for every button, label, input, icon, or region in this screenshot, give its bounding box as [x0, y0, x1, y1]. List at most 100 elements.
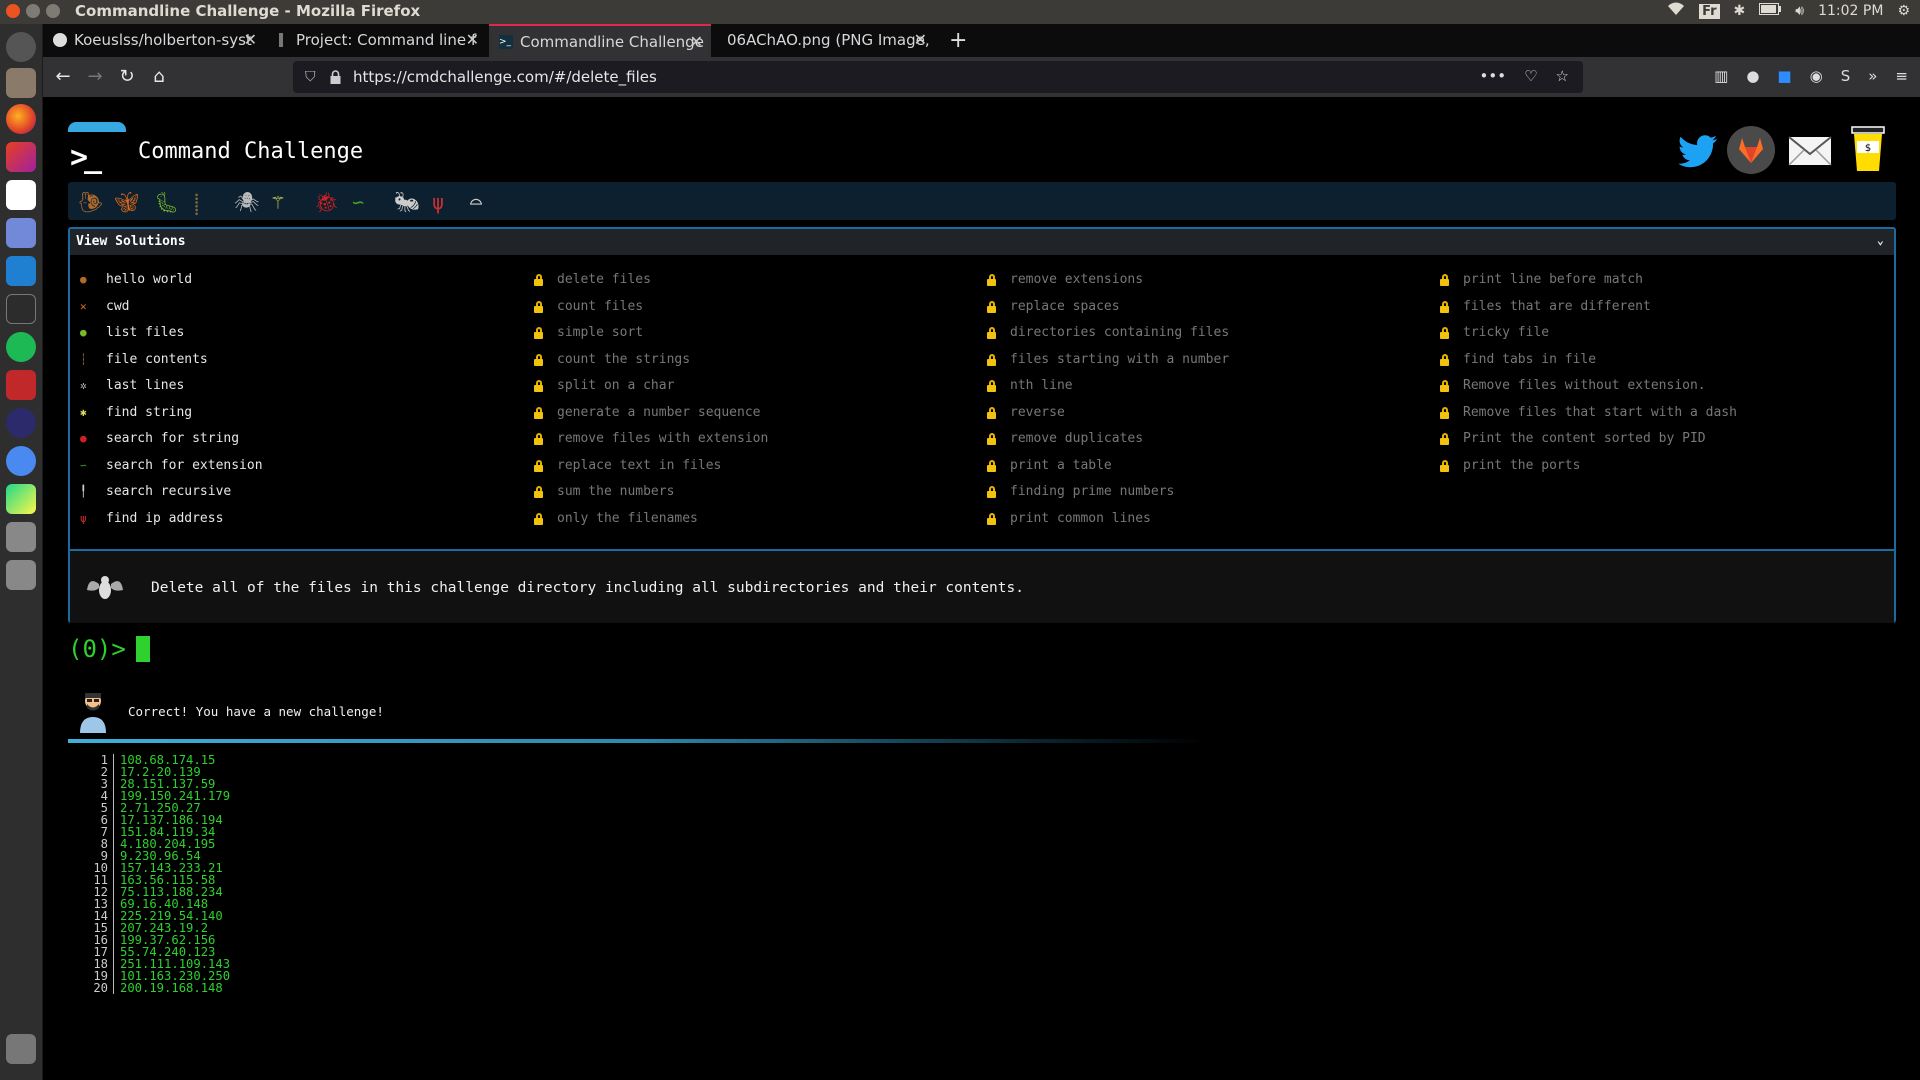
- bluetooth-icon[interactable]: ✱: [1734, 3, 1746, 19]
- locked-solution-item[interactable]: files that are different: [1437, 294, 1877, 321]
- solution-item[interactable]: ┆ file contents: [70, 347, 510, 374]
- window-minimize-button[interactable]: [26, 4, 40, 18]
- solution-item[interactable]: ● hello world: [70, 267, 510, 294]
- locked-solution-item[interactable]: Remove files without extension.: [1437, 373, 1877, 400]
- launcher-drive-icon[interactable]: [6, 560, 36, 590]
- launcher-app-store-icon[interactable]: [6, 142, 36, 172]
- gitlab-icon[interactable]: [1726, 125, 1776, 175]
- locked-solution-item[interactable]: print the ports: [1437, 453, 1877, 480]
- reload-button[interactable]: ↻: [115, 65, 139, 89]
- locked-solution-item[interactable]: replace spaces: [984, 294, 1424, 321]
- new-tab-button[interactable]: +: [949, 28, 967, 53]
- locked-solution-item[interactable]: Print the content sorted by PID: [1437, 426, 1877, 453]
- ant-icon[interactable]: 🐜︎: [394, 190, 419, 214]
- ladybug-icon[interactable]: 🐞︎: [314, 190, 339, 214]
- mantis-icon[interactable]: ψ: [432, 190, 444, 214]
- stick-bug-icon[interactable]: ⸽: [194, 190, 199, 217]
- forward-button[interactable]: →: [83, 65, 107, 89]
- worm-icon[interactable]: ∽: [352, 190, 364, 214]
- email-icon[interactable]: [1785, 125, 1835, 175]
- terminal-prompt[interactable]: (0)>: [68, 635, 150, 663]
- solution-item[interactable]: ● list files: [70, 320, 510, 347]
- clock[interactable]: 11:02 PM: [1818, 3, 1883, 19]
- solution-item[interactable]: ∽ search for extension: [70, 453, 510, 480]
- settings-gear-icon[interactable]: ⚙: [1897, 3, 1910, 19]
- battery-icon[interactable]: [1759, 3, 1782, 19]
- locked-solution-item[interactable]: tricky file: [1437, 320, 1877, 347]
- keyboard-layout-indicator[interactable]: Fr: [1699, 3, 1720, 19]
- solution-item[interactable]: ψ find ip address: [70, 506, 510, 533]
- locked-solution-item[interactable]: generate a number sequence: [531, 400, 971, 427]
- zoom-extension-icon[interactable]: ■: [1777, 67, 1791, 85]
- locked-solution-item[interactable]: nth line: [984, 373, 1424, 400]
- fly-icon[interactable]: ⌓: [470, 190, 482, 214]
- tab-project[interactable]: Project: Command line f ✕: [265, 24, 487, 57]
- overflow-chevron-icon[interactable]: »: [1868, 67, 1877, 85]
- locked-solution-item[interactable]: count files: [531, 294, 971, 321]
- launcher-vscode-icon[interactable]: [6, 256, 36, 286]
- coffee-cup-icon[interactable]: $: [1848, 125, 1898, 175]
- close-tab-icon[interactable]: ✕: [914, 30, 927, 49]
- locked-solution-item[interactable]: simple sort: [531, 320, 971, 347]
- locked-solution-item[interactable]: remove extensions: [984, 267, 1424, 294]
- launcher-eclipse-icon[interactable]: [6, 408, 36, 438]
- snail-icon[interactable]: 🐌︎: [78, 190, 103, 214]
- locked-solution-item[interactable]: reverse: [984, 400, 1424, 427]
- caterpillar-icon[interactable]: 🐛︎: [154, 190, 179, 214]
- launcher-drive-icon[interactable]: [6, 522, 36, 552]
- locked-solution-item[interactable]: count the strings: [531, 347, 971, 374]
- locked-solution-item[interactable]: only the filenames: [531, 506, 971, 533]
- locked-solution-item[interactable]: remove duplicates: [984, 426, 1424, 453]
- github-extension-icon[interactable]: ●: [1746, 67, 1759, 85]
- launcher-trash-icon[interactable]: [6, 1034, 36, 1064]
- locked-solution-item[interactable]: Remove files that start with a dash: [1437, 400, 1877, 427]
- locked-solution-item[interactable]: find tabs in file: [1437, 347, 1877, 374]
- home-button[interactable]: ⌂: [147, 65, 171, 89]
- locked-solution-item[interactable]: print line before match: [1437, 267, 1877, 294]
- solution-item[interactable]: ✱ find string: [70, 400, 510, 427]
- window-maximize-button[interactable]: [46, 4, 60, 18]
- terminal-cursor[interactable]: [135, 636, 150, 662]
- lock-icon[interactable]: [330, 69, 341, 84]
- launcher-slack-icon[interactable]: [6, 180, 36, 210]
- sidebar-icon[interactable]: ▥: [1714, 67, 1728, 85]
- close-tab-icon[interactable]: ✕: [244, 30, 257, 49]
- launcher-terminal-icon[interactable]: [6, 294, 36, 324]
- launcher-pycharm-icon[interactable]: [6, 484, 36, 514]
- hamburger-menu-icon[interactable]: ≡: [1895, 67, 1908, 85]
- locked-solution-item[interactable]: split on a char: [531, 373, 971, 400]
- close-tab-icon[interactable]: ✕: [466, 30, 479, 49]
- tab-png-image[interactable]: 06AChAO.png (PNG Image, ✕: [713, 24, 935, 57]
- view-solutions-header[interactable]: View Solutions ⌄: [70, 229, 1894, 255]
- url-bar[interactable]: ⛉ https://cmdchallenge.com/#/delete_file…: [293, 61, 1583, 93]
- back-button[interactable]: ←: [51, 65, 75, 89]
- volume-icon[interactable]: 🔊︎: [1795, 3, 1804, 19]
- site-logo[interactable]: >_: [68, 122, 128, 175]
- tracking-protection-icon[interactable]: ⛉: [305, 69, 316, 85]
- tab-github[interactable]: Koeuslss/holberton-syst ✕: [43, 24, 265, 57]
- locked-solution-item[interactable]: delete files: [531, 267, 971, 294]
- dragonfly-icon[interactable]: ⚚: [272, 190, 284, 214]
- butterfly-icon[interactable]: 🦋︎: [114, 190, 139, 214]
- twitter-icon[interactable]: [1673, 125, 1723, 175]
- locked-solution-item[interactable]: remove files with extension: [531, 426, 971, 453]
- locked-solution-item[interactable]: finding prime numbers: [984, 479, 1424, 506]
- account-icon[interactable]: ◉: [1810, 67, 1823, 85]
- locked-solution-item[interactable]: print a table: [984, 453, 1424, 480]
- solution-item[interactable]: ● search for string: [70, 426, 510, 453]
- chevron-down-icon[interactable]: ⌄: [1877, 233, 1884, 247]
- window-close-button[interactable]: [6, 4, 20, 18]
- tab-commandline-challenge[interactable]: >_ Commandline Challenge ✕: [489, 24, 711, 57]
- launcher-files-icon[interactable]: [6, 68, 36, 98]
- solution-item[interactable]: ✕ cwd: [70, 294, 510, 321]
- launcher-search-icon[interactable]: [6, 32, 36, 62]
- spider-icon[interactable]: 🕷︎: [234, 190, 259, 214]
- pocket-icon[interactable]: ♡: [1524, 67, 1537, 85]
- close-tab-icon[interactable]: ✕: [690, 32, 703, 51]
- solution-item[interactable]: ╿ search recursive: [70, 479, 510, 506]
- launcher-app-icon[interactable]: [6, 370, 36, 400]
- launcher-discord-icon[interactable]: [6, 218, 36, 248]
- launcher-spotify-icon[interactable]: [6, 332, 36, 362]
- extension-s-icon[interactable]: S: [1841, 67, 1851, 85]
- launcher-firefox-icon[interactable]: [6, 104, 36, 134]
